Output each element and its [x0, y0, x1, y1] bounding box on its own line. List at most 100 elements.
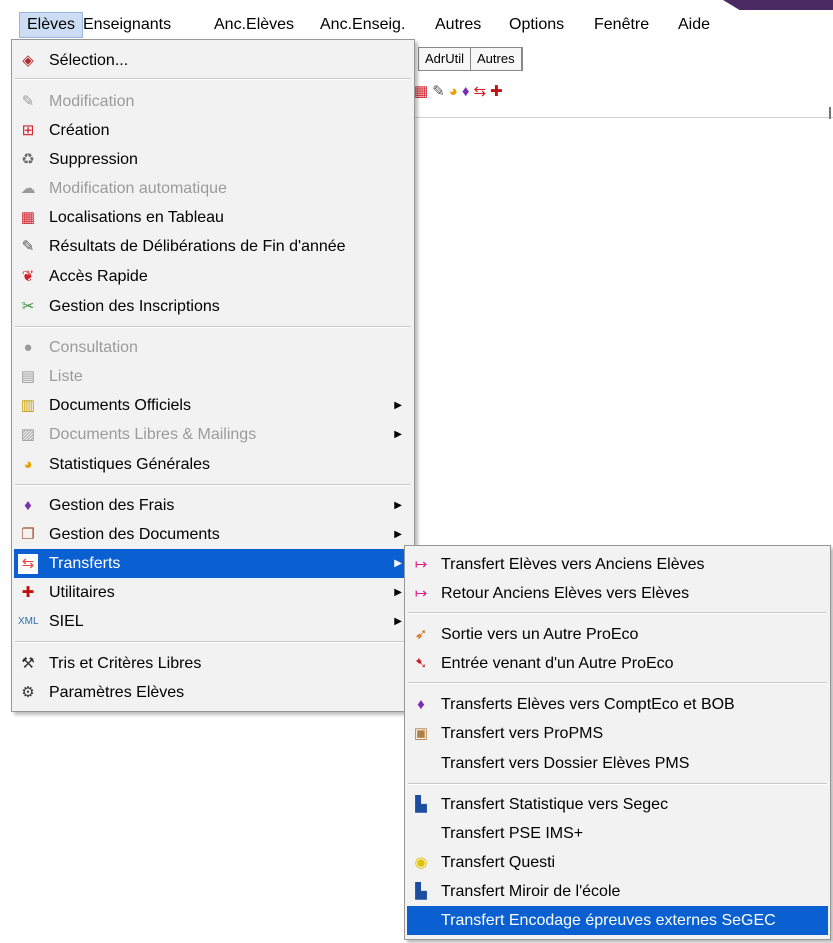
- menu-item-statistiques[interactable]: ◕ Statistiques Générales: [14, 450, 412, 479]
- menu-item-resultats[interactable]: ✎ Résultats de Délibérations de Fin d'an…: [14, 232, 412, 261]
- submenu-item-sortie-proeco[interactable]: ➶ Sortie vers un Autre ProEco: [407, 620, 828, 649]
- money-bag-icon: ♦: [24, 497, 32, 514]
- transferts-submenu: ↦ Transfert Elèves vers Anciens Elèves ↦…: [404, 545, 831, 940]
- menu-item-label: Paramètres Elèves: [49, 684, 185, 701]
- menu-autres[interactable]: Autres: [428, 13, 488, 37]
- menu-anc-eleves[interactable]: Anc.Elèves: [207, 13, 301, 37]
- menu-separator: [15, 641, 411, 643]
- submenu-item-questi[interactable]: ◉ Transfert Questi: [407, 848, 828, 877]
- tools-icon[interactable]: ✚: [490, 83, 507, 100]
- menu-item-label: Gestion des Documents: [49, 526, 220, 543]
- eye-icon: ●: [23, 339, 33, 356]
- transfer-arrows-icon[interactable]: ⇆: [473, 83, 490, 100]
- tab-autres[interactable]: Autres: [471, 48, 522, 70]
- menu-item-creation[interactable]: ⊞ Création: [14, 116, 412, 145]
- submenu-arrow-icon: ▶: [394, 587, 402, 598]
- stats-icon: ▙: [415, 796, 427, 813]
- menu-item-gestion-frais[interactable]: ♦ Gestion des Frais ▶: [14, 491, 412, 520]
- menu-item-tris-criteres[interactable]: ⚒ Tris et Critères Libres: [14, 649, 412, 678]
- menu-item-gestion-documents[interactable]: ❐ Gestion des Documents ▶: [14, 520, 412, 549]
- menu-item-documents-officiels[interactable]: ▥ Documents Officiels ▶: [14, 391, 412, 420]
- eraser-icon: ◈: [22, 52, 34, 69]
- submenu-item-label: Transfert Statistique vers Segec: [441, 796, 669, 813]
- submenu-item-retour-anciens[interactable]: ↦ Retour Anciens Elèves vers Elèves: [407, 579, 828, 608]
- edit-icon: ✎: [21, 93, 35, 110]
- menu-item-liste[interactable]: ▤ Liste: [14, 362, 412, 391]
- tools-icon: ✚: [21, 584, 35, 601]
- pie-chart-icon[interactable]: ◕: [449, 83, 462, 100]
- arrow-right-icon: ↦: [414, 585, 428, 602]
- submenu-item-miroir-ecole[interactable]: ▙ Transfert Miroir de l'école: [407, 877, 828, 906]
- submenu-arrow-icon: ▶: [394, 429, 402, 440]
- menu-item-label: Gestion des Inscriptions: [49, 298, 220, 315]
- menu-item-documents-libres[interactable]: ▨ Documents Libres & Mailings ▶: [14, 420, 412, 449]
- submenu-item-dossier-pms[interactable]: Transfert vers Dossier Elèves PMS: [407, 749, 828, 778]
- menu-item-modification-automatique[interactable]: ☁ Modification automatique: [14, 174, 412, 203]
- menu-item-modification[interactable]: ✎ Modification: [14, 87, 412, 116]
- menu-item-label: Sélection...: [49, 52, 129, 69]
- menu-bar: Elèves Enseignants Anc.Elèves Anc.Enseig…: [0, 10, 833, 39]
- inscription-icon: ✂: [21, 298, 35, 315]
- menu-item-transferts[interactable]: ⇆ Transferts ▶: [14, 549, 412, 578]
- submenu-item-label: Transfert PSE IMS+: [441, 825, 584, 842]
- menu-fenetre[interactable]: Fenêtre: [587, 13, 656, 37]
- menu-separator: [15, 484, 411, 486]
- book-icon[interactable]: ✎: [432, 83, 449, 100]
- menu-item-siel[interactable]: XML SIEL ▶: [14, 607, 412, 636]
- menu-separator: [408, 783, 827, 785]
- grid-icon[interactable]: ▦: [414, 83, 432, 100]
- menu-item-label: Documents Officiels: [49, 397, 191, 414]
- menu-item-suppression[interactable]: ♻ Suppression: [14, 145, 412, 174]
- submenu-item-label: Transferts Elèves vers ComptEco et BOB: [441, 696, 735, 713]
- menu-item-parametres[interactable]: ⚙ Paramètres Elèves: [14, 678, 412, 707]
- menu-item-consultation[interactable]: ● Consultation: [14, 333, 412, 362]
- auto-edit-icon: ☁: [20, 180, 36, 197]
- submenu-item-compteco-bob[interactable]: ♦ Transferts Elèves vers ComptEco et BOB: [407, 690, 828, 719]
- toolbar-divider: [410, 117, 833, 118]
- menu-separator: [15, 326, 411, 328]
- settings-icon: ⚙: [21, 684, 35, 701]
- menu-aide[interactable]: Aide: [671, 13, 717, 37]
- submenu-item-label: Transfert Questi: [441, 854, 556, 871]
- submenu-item-entree-proeco[interactable]: ➷ Entrée venant d'un Autre ProEco: [407, 649, 828, 678]
- menu-enseignants[interactable]: Enseignants: [76, 13, 178, 37]
- submenu-item-label: Entrée venant d'un Autre ProEco: [441, 655, 674, 672]
- menu-item-label: Résultats de Délibérations de Fin d'anné…: [49, 238, 346, 255]
- menu-item-label: Gestion des Frais: [49, 497, 175, 514]
- money-bag-icon: ♦: [417, 696, 425, 713]
- submenu-item-label: Transfert Elèves vers Anciens Elèves: [441, 556, 705, 573]
- menu-item-selection[interactable]: ◈ Sélection...: [14, 46, 412, 75]
- menu-item-utilitaires[interactable]: ✚ Utilitaires ▶: [14, 578, 412, 607]
- submenu-item-propms[interactable]: ▣ Transfert vers ProPMS: [407, 719, 828, 748]
- menu-eleves[interactable]: Elèves: [19, 12, 84, 38]
- menu-options[interactable]: Options: [502, 13, 571, 37]
- tab-adrutil[interactable]: AdrUtil: [419, 48, 472, 70]
- submenu-item-pse-ims[interactable]: Transfert PSE IMS+: [407, 819, 828, 848]
- eleves-dropdown-menu: ◈ Sélection... ✎ Modification ⊞ Création…: [11, 39, 415, 712]
- submenu-item-label: Transfert vers Dossier Elèves PMS: [441, 755, 690, 772]
- submenu-arrow-icon: ▶: [394, 558, 402, 569]
- money-bag-icon[interactable]: ♦: [462, 83, 474, 100]
- submenu-item-transfert-eleves-anciens[interactable]: ↦ Transfert Elèves vers Anciens Elèves: [407, 550, 828, 579]
- submenu-arrow-icon: ▶: [394, 529, 402, 540]
- menu-item-label: Modification: [49, 93, 135, 110]
- menu-anc-enseig[interactable]: Anc.Enseig.: [313, 13, 412, 37]
- menu-separator: [408, 682, 827, 684]
- menu-item-inscriptions[interactable]: ✂ Gestion des Inscriptions: [14, 292, 412, 321]
- menu-item-label: Localisations en Tableau: [49, 209, 224, 226]
- menu-item-label: Accès Rapide: [49, 268, 148, 285]
- submenu-arrow-icon: ▶: [394, 400, 402, 411]
- menu-item-label: Transferts: [49, 555, 121, 572]
- menu-item-label: Modification automatique: [49, 180, 227, 197]
- submenu-arrow-icon: ▶: [394, 500, 402, 511]
- menu-item-acces-rapide[interactable]: ❦ Accès Rapide: [14, 262, 412, 291]
- arrow-right-icon: ↦: [414, 556, 428, 573]
- submenu-item-label: Transfert vers ProPMS: [441, 725, 604, 742]
- submenu-item-statistique-segec[interactable]: ▙ Transfert Statistique vers Segec: [407, 790, 828, 819]
- menu-item-localisations[interactable]: ▦ Localisations en Tableau: [14, 203, 412, 232]
- stats-icon: ▙: [415, 883, 427, 900]
- pie-chart-icon: ◕: [23, 456, 33, 473]
- questi-icon: ◉: [414, 854, 428, 871]
- submenu-item-encodage-segec[interactable]: Transfert Encodage épreuves externes SeG…: [407, 906, 828, 935]
- menu-separator: [408, 612, 827, 614]
